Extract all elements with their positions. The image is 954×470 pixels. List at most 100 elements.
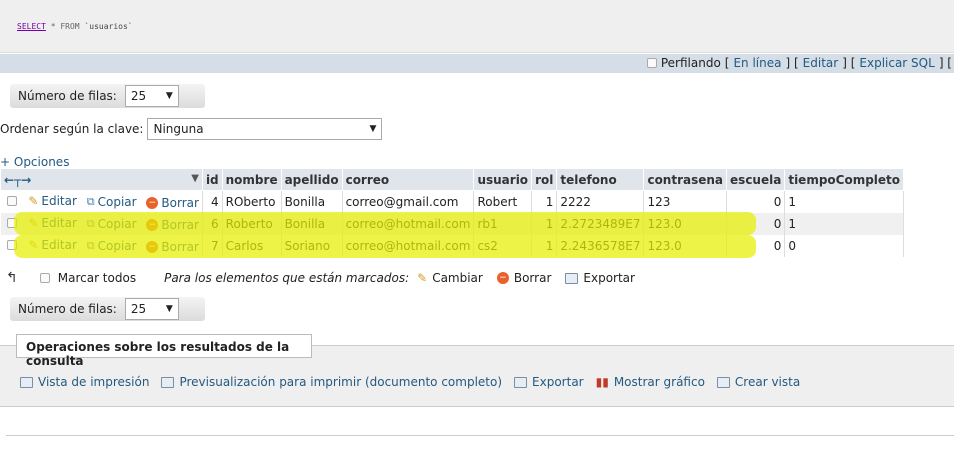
copy-button[interactable]: ⧉ Copiar: [87, 217, 137, 231]
edit-button[interactable]: ✎ Editar: [28, 194, 77, 208]
col-correo[interactable]: correo: [341, 168, 475, 191]
cell-nombre[interactable]: Roberto: [222, 212, 282, 235]
explain-sql-link[interactable]: Explicar SQL: [859, 56, 934, 70]
cell-rol[interactable]: 1: [531, 212, 558, 235]
row-actions: ✎ Editar ⧉ Copiar − Borrar: [0, 212, 203, 235]
col-escuela[interactable]: escuela: [726, 168, 786, 191]
cell-contrasena[interactable]: 123.0: [643, 234, 728, 257]
sql-keyword[interactable]: SELECT: [17, 22, 46, 31]
export-link[interactable]: Exportar: [514, 375, 584, 389]
bulk-export-button[interactable]: Exportar: [565, 271, 635, 285]
bulk-delete-button[interactable]: − Borrar: [496, 271, 551, 285]
cell-tiempocompleto[interactable]: 0: [784, 234, 905, 257]
rows-select[interactable]: 25 ▼: [124, 298, 179, 320]
cell-id[interactable]: 6: [202, 212, 223, 235]
table-row: ✎ Editar ⧉ Copiar − Borrar 6 Roberto Bonill…: [0, 212, 905, 235]
cell-apellido[interactable]: Soriano: [281, 234, 343, 257]
pencil-icon: ✎: [417, 271, 428, 285]
cell-apellido[interactable]: Bonilla: [281, 190, 343, 213]
header-actions: ←┬→ ▼: [0, 168, 203, 191]
cell-correo[interactable]: correo@gmail.com: [342, 190, 475, 213]
options-toggle[interactable]: + Opciones: [0, 155, 69, 169]
col-tiempocompleto[interactable]: tiempoCompleto: [784, 168, 905, 191]
sql-query-box: [0, 0, 954, 53]
cell-escuela[interactable]: 0: [726, 234, 786, 257]
view-icon: [716, 376, 730, 388]
edit-button[interactable]: ✎ Editar: [28, 216, 77, 230]
rows-select[interactable]: 25 ▼: [124, 85, 179, 107]
sort-select[interactable]: Ninguna ▼: [147, 118, 383, 140]
cell-escuela[interactable]: 0: [726, 212, 786, 235]
cell-telefono[interactable]: 2.2723489E7: [556, 212, 645, 235]
edit-link[interactable]: Editar: [803, 56, 839, 70]
cell-telefono[interactable]: 2222: [556, 190, 645, 213]
cell-id[interactable]: 7: [202, 234, 223, 257]
cell-usuario[interactable]: Robert: [473, 190, 533, 213]
query-operations-links: Vista de impresión Previsualización para…: [20, 375, 806, 389]
profiling-checkbox[interactable]: [646, 58, 657, 68]
cell-correo[interactable]: correo@hotmail.com: [342, 234, 475, 257]
sql-query-text[interactable]: SELECT * FROM `usuarios`: [17, 22, 133, 31]
printer-icon: [20, 376, 33, 388]
rows-per-page-bottom: Número de filas: 25 ▼: [10, 297, 205, 321]
col-usuario[interactable]: usuario: [473, 168, 533, 191]
cell-apellido[interactable]: Bonilla: [281, 212, 343, 235]
cell-nombre[interactable]: ROberto: [222, 190, 282, 213]
delete-button[interactable]: − Borrar: [146, 240, 199, 254]
col-nombre[interactable]: nombre: [221, 168, 282, 191]
table-header-row: ←┬→ ▼ id nombre apellido correo usuario …: [0, 168, 905, 191]
row-checkbox[interactable]: [6, 218, 17, 228]
cell-usuario[interactable]: rb1: [473, 212, 533, 235]
cell-tiempocompleto[interactable]: 1: [784, 190, 905, 213]
col-contrasena[interactable]: contrasena: [643, 168, 728, 191]
chevron-down-icon: ▼: [165, 91, 173, 101]
cell-contrasena[interactable]: 123: [643, 190, 728, 213]
cell-correo[interactable]: correo@hotmail.com: [342, 212, 475, 235]
create-view-link[interactable]: Crear vista: [716, 375, 800, 389]
col-id[interactable]: id: [201, 168, 223, 191]
show-chart-link[interactable]: ▮▮ Mostrar gráfico: [596, 375, 705, 389]
col-apellido[interactable]: apellido: [280, 168, 343, 191]
cell-usuario[interactable]: cs2: [473, 234, 533, 257]
arrow-up-left-icon: ↰: [6, 270, 18, 286]
print-view-link[interactable]: Vista de impresión: [20, 375, 149, 389]
column-arrows-icon[interactable]: ←┬→: [4, 173, 31, 187]
cell-id[interactable]: 4: [202, 190, 223, 213]
inline-edit-link[interactable]: En línea: [733, 56, 781, 70]
copy-icon: ⧉: [86, 194, 95, 208]
table-row: ✎ Editar ⧉ Copiar − Borrar 4 ROberto Bonill…: [0, 190, 905, 213]
rows-label: Número de filas:: [18, 89, 117, 103]
sql-rest: * FROM: [45, 22, 85, 31]
cell-tiempocompleto[interactable]: 1: [784, 212, 905, 235]
bulk-change-button[interactable]: ✎ Cambiar: [417, 271, 483, 285]
row-checkbox[interactable]: [6, 240, 17, 250]
bulk-actions-bar: ↰ Marcar todos Para los elementos que es…: [6, 270, 641, 286]
cell-escuela[interactable]: 0: [726, 190, 786, 213]
chevron-down-icon: ▼: [369, 124, 377, 134]
profiling-controls: Perfilando [En línea] [Editar] [Explicar…: [646, 55, 952, 71]
copy-button[interactable]: ⧉ Copiar: [87, 239, 137, 253]
cell-nombre[interactable]: Carlos: [222, 234, 282, 257]
copy-button[interactable]: ⧉ Copiar: [87, 195, 137, 209]
chevron-down-icon: ▼: [165, 304, 173, 314]
row-actions: ✎ Editar ⧉ Copiar − Borrar: [0, 234, 203, 257]
check-all-label[interactable]: Marcar todos: [58, 271, 136, 285]
delete-icon: −: [496, 272, 509, 284]
sort-label: Ordenar según la clave:: [0, 122, 144, 136]
col-telefono[interactable]: telefono: [556, 168, 645, 191]
check-all-checkbox[interactable]: [39, 273, 50, 283]
with-selected-label: Para los elementos que están marcados:: [164, 271, 410, 285]
cell-contrasena[interactable]: 123.0: [643, 212, 728, 235]
print-preview-link[interactable]: Previsualización para imprimir (document…: [161, 375, 502, 389]
cell-telefono[interactable]: 2.2436578E7: [556, 234, 645, 257]
export-icon: [565, 272, 579, 284]
delete-button[interactable]: − Borrar: [146, 218, 199, 232]
row-checkbox[interactable]: [6, 196, 17, 207]
sort-toggle-icon[interactable]: ▼: [191, 173, 199, 184]
cell-rol[interactable]: 1: [531, 190, 558, 213]
col-rol[interactable]: rol: [531, 168, 558, 191]
delete-button[interactable]: − Borrar: [146, 196, 199, 210]
profiling-label: Perfilando: [660, 56, 721, 70]
edit-button[interactable]: ✎ Editar: [28, 238, 77, 252]
cell-rol[interactable]: 1: [531, 234, 558, 257]
